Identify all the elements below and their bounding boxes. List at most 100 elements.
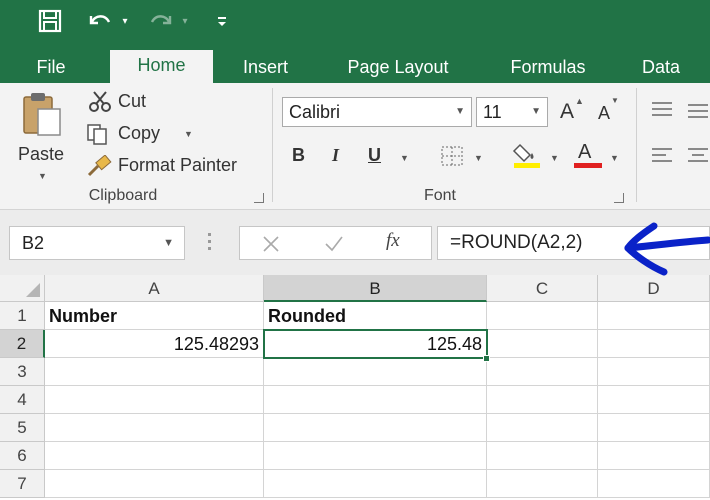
underline-dropdown-icon[interactable]: ▼ bbox=[400, 153, 409, 163]
column-header-a[interactable]: A bbox=[45, 275, 264, 302]
cell-b6[interactable] bbox=[264, 442, 487, 470]
tab-data[interactable]: Data bbox=[630, 52, 692, 83]
underline-button[interactable]: U bbox=[368, 145, 381, 166]
cell-b4[interactable] bbox=[264, 386, 487, 414]
cell-b7[interactable] bbox=[264, 470, 487, 498]
row-header-1[interactable]: 1 bbox=[0, 302, 45, 330]
clipboard-group-label: Clipboard bbox=[88, 187, 158, 204]
tab-home[interactable]: Home bbox=[110, 50, 213, 83]
cell-d4[interactable] bbox=[598, 386, 710, 414]
copy-button[interactable]: Copy ▼ bbox=[84, 121, 204, 147]
ribbon-separator bbox=[272, 88, 273, 202]
cell-a2[interactable]: 125.48293 bbox=[45, 330, 264, 358]
cell-d1[interactable] bbox=[598, 302, 710, 330]
tab-formulas[interactable]: Formulas bbox=[494, 52, 602, 83]
format-painter-button[interactable]: Format Painter bbox=[84, 153, 256, 179]
save-icon[interactable] bbox=[36, 8, 64, 34]
paste-button[interactable]: Paste ▼ bbox=[12, 89, 76, 183]
bold-button[interactable]: B bbox=[292, 145, 305, 166]
grow-font-icon: ▲ bbox=[575, 96, 584, 106]
fill-color-dropdown-icon[interactable]: ▼ bbox=[550, 153, 559, 163]
align-left-icon[interactable] bbox=[650, 145, 710, 167]
select-all-corner[interactable] bbox=[0, 275, 45, 302]
grow-font-button[interactable]: A ▲ bbox=[560, 96, 584, 124]
row-header-7[interactable]: 7 bbox=[0, 470, 45, 498]
font-color-dropdown-icon[interactable]: ▼ bbox=[610, 153, 619, 163]
annotation-arrow-icon bbox=[624, 222, 710, 276]
column-header-b[interactable]: B bbox=[264, 275, 487, 302]
cell-c4[interactable] bbox=[487, 386, 598, 414]
row-header-2[interactable]: 2 bbox=[0, 330, 45, 358]
cell-b1[interactable]: Rounded bbox=[264, 302, 487, 330]
font-name-dropdown-icon[interactable]: ▼ bbox=[455, 98, 465, 126]
cell-a6[interactable] bbox=[45, 442, 264, 470]
font-color-button[interactable]: A bbox=[574, 141, 602, 169]
redo-dropdown-icon[interactable]: ▾ bbox=[178, 8, 192, 34]
italic-button[interactable]: I bbox=[332, 145, 339, 166]
paste-label: Paste bbox=[18, 144, 65, 164]
fill-handle[interactable] bbox=[483, 355, 490, 362]
shrink-font-icon: ▼ bbox=[611, 96, 619, 105]
fill-color-icon[interactable] bbox=[512, 141, 542, 169]
name-box-value: B2 bbox=[22, 233, 45, 253]
font-name-value: Calibri bbox=[289, 102, 341, 122]
cut-button[interactable]: Cut bbox=[86, 89, 176, 115]
name-box-dropdown-icon[interactable]: ▼ bbox=[163, 227, 174, 259]
undo-dropdown-icon[interactable]: ▾ bbox=[118, 8, 132, 34]
grow-font-label: A bbox=[560, 100, 575, 123]
cell-c5[interactable] bbox=[487, 414, 598, 442]
copy-dropdown-icon[interactable]: ▼ bbox=[184, 129, 193, 139]
cell-c3[interactable] bbox=[487, 358, 598, 386]
customize-qat-icon[interactable] bbox=[214, 8, 230, 34]
clipboard-launcher-icon[interactable] bbox=[254, 193, 264, 203]
ribbon: Paste ▼ Cut Copy ▼ Format Painter Clipbo… bbox=[0, 83, 710, 210]
top-align-icon[interactable] bbox=[650, 99, 710, 121]
cell-c2[interactable] bbox=[487, 330, 598, 358]
row-header-6[interactable]: 6 bbox=[0, 442, 45, 470]
cell-d2[interactable] bbox=[598, 330, 710, 358]
font-launcher-icon[interactable] bbox=[614, 193, 624, 203]
font-size-value: 11 bbox=[483, 102, 502, 122]
font-size-combo[interactable]: 11 ▼ bbox=[476, 97, 548, 127]
shrink-font-button[interactable]: A ▼ bbox=[598, 96, 622, 127]
cell-d3[interactable] bbox=[598, 358, 710, 386]
column-header-d[interactable]: D bbox=[598, 275, 710, 302]
cell-a7[interactable] bbox=[45, 470, 264, 498]
cell-a1[interactable]: Number bbox=[45, 302, 264, 330]
insert-function-icon[interactable]: fx bbox=[386, 230, 400, 252]
cell-a4[interactable] bbox=[45, 386, 264, 414]
cell-c6[interactable] bbox=[487, 442, 598, 470]
cell-b2-active[interactable]: 125.48 bbox=[263, 329, 488, 359]
cell-b3[interactable] bbox=[264, 358, 487, 386]
enter-icon[interactable] bbox=[324, 235, 344, 253]
cell-d7[interactable] bbox=[598, 470, 710, 498]
cell-d5[interactable] bbox=[598, 414, 710, 442]
row-header-3[interactable]: 3 bbox=[0, 358, 45, 386]
cell-d6[interactable] bbox=[598, 442, 710, 470]
undo-icon[interactable] bbox=[86, 8, 114, 34]
font-color-label: A bbox=[578, 141, 592, 163]
cell-a3[interactable] bbox=[45, 358, 264, 386]
tab-page-layout[interactable]: Page Layout bbox=[330, 52, 466, 83]
cell-a5[interactable] bbox=[45, 414, 264, 442]
ribbon-tabs: File Home Insert Page Layout Formulas Da… bbox=[0, 46, 710, 83]
borders-icon[interactable] bbox=[440, 145, 464, 167]
tab-file[interactable]: File bbox=[20, 52, 82, 83]
borders-dropdown-icon[interactable]: ▼ bbox=[474, 153, 483, 163]
font-name-combo[interactable]: Calibri ▼ bbox=[282, 97, 472, 127]
cell-c1[interactable] bbox=[487, 302, 598, 330]
cell-c7[interactable] bbox=[487, 470, 598, 498]
formula-bar-grip-icon[interactable] bbox=[208, 233, 212, 253]
column-header-c[interactable]: C bbox=[487, 275, 598, 302]
tab-insert[interactable]: Insert bbox=[228, 52, 303, 83]
row-header-5[interactable]: 5 bbox=[0, 414, 45, 442]
font-size-dropdown-icon[interactable]: ▼ bbox=[531, 98, 541, 126]
format-painter-label: Format Painter bbox=[118, 155, 238, 175]
shrink-font-label: A bbox=[598, 103, 611, 123]
row-header-4[interactable]: 4 bbox=[0, 386, 45, 414]
redo-icon[interactable] bbox=[148, 8, 174, 34]
cell-b5[interactable] bbox=[264, 414, 487, 442]
cancel-icon[interactable] bbox=[262, 235, 280, 253]
paste-dropdown-icon[interactable]: ▼ bbox=[38, 171, 47, 181]
name-box[interactable]: B2 ▼ bbox=[9, 226, 185, 260]
